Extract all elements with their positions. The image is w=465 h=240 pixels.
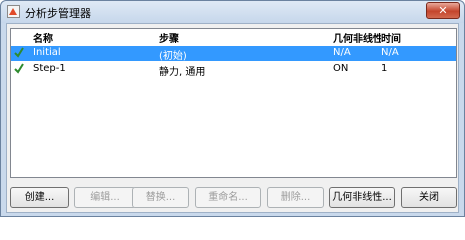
step-nlgeom: ON bbox=[333, 63, 349, 74]
step-procedure: (初始) bbox=[159, 51, 187, 62]
step-nlgeom: N/A bbox=[333, 47, 351, 58]
column-header-procedure[interactable]: 步骤 bbox=[159, 30, 179, 45]
checkmark-icon bbox=[14, 47, 24, 58]
step-time: N/A bbox=[381, 47, 399, 58]
dialog-client-area: 名称 步骤 几何非线性 时间 Initial (初始) N/A N/A Step… bbox=[6, 23, 459, 213]
nlgeom-button[interactable]: 几何非线性... bbox=[329, 187, 395, 208]
checkmark-icon bbox=[14, 63, 24, 74]
step-list: 名称 步骤 几何非线性 时间 Initial (初始) N/A N/A Step… bbox=[10, 28, 457, 178]
step-name: Initial bbox=[33, 47, 61, 58]
delete-button[interactable]: 删除... bbox=[267, 187, 324, 208]
table-row[interactable]: Step-1 静力, 通用 ON 1 bbox=[11, 62, 456, 78]
close-button[interactable]: 关闭 bbox=[401, 187, 457, 208]
rename-button[interactable]: 重命名... bbox=[195, 187, 261, 208]
column-header-name[interactable]: 名称 bbox=[33, 30, 53, 45]
step-time: 1 bbox=[381, 63, 388, 74]
step-manager-window: 分析步管理器 ✕ 名称 步骤 几何非线性 时间 Initial (初始) N/A… bbox=[0, 0, 465, 217]
column-header-time[interactable]: 时间 bbox=[381, 30, 401, 45]
app-icon bbox=[7, 5, 20, 18]
step-procedure: 静力, 通用 bbox=[159, 67, 206, 78]
create-button[interactable]: 创建... bbox=[10, 187, 69, 208]
title-bar: 分析步管理器 ✕ bbox=[1, 1, 464, 23]
table-row[interactable]: Initial (初始) N/A N/A bbox=[11, 46, 456, 62]
step-name: Step-1 bbox=[33, 63, 66, 74]
column-header-nlgeom[interactable]: 几何非线性 bbox=[333, 30, 381, 45]
replace-button[interactable]: 替换... bbox=[132, 187, 189, 208]
list-header: 名称 步骤 几何非线性 时间 bbox=[11, 29, 456, 45]
edit-button[interactable]: 编辑... bbox=[74, 187, 136, 208]
window-title: 分析步管理器 bbox=[25, 7, 91, 20]
window-close-button[interactable]: ✕ bbox=[426, 2, 460, 19]
